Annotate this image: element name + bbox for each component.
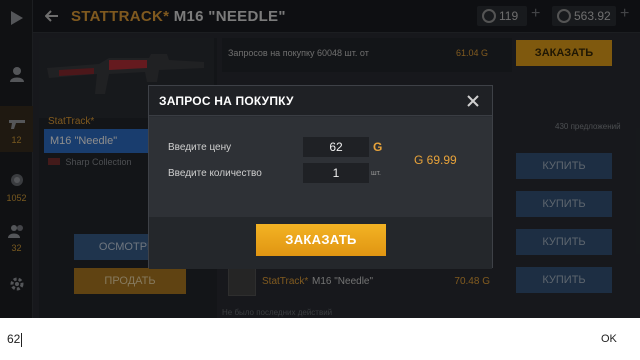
dialog-header: ЗАПРОС НА ПОКУПКУ bbox=[149, 86, 492, 116]
quantity-label: Введите количество bbox=[168, 168, 262, 179]
price-label: Введите цену bbox=[168, 142, 232, 153]
close-icon bbox=[467, 95, 479, 107]
price-unit: G bbox=[373, 140, 383, 154]
quantity-input[interactable]: 1 bbox=[303, 163, 369, 183]
quantity-unit: шт. bbox=[371, 170, 381, 177]
keyboard-ok-button[interactable]: OK bbox=[601, 333, 617, 345]
keyboard-input-field[interactable]: 62 bbox=[7, 332, 23, 347]
submit-order-button[interactable]: ЗАКАЗАТЬ bbox=[256, 224, 386, 256]
keyboard-input-bar: 62 OK bbox=[0, 318, 640, 360]
close-button[interactable] bbox=[462, 90, 484, 112]
dialog-title: ЗАПРОС НА ПОКУПКУ bbox=[159, 94, 294, 108]
keyboard-input-text: 62 bbox=[7, 332, 21, 346]
text-caret bbox=[21, 332, 23, 347]
price-input[interactable]: 62 bbox=[303, 137, 369, 157]
buy-request-dialog: ЗАПРОС НА ПОКУПКУ Введите цену 62 G Введ… bbox=[148, 85, 493, 269]
total-price: G 69.99 bbox=[414, 153, 457, 167]
